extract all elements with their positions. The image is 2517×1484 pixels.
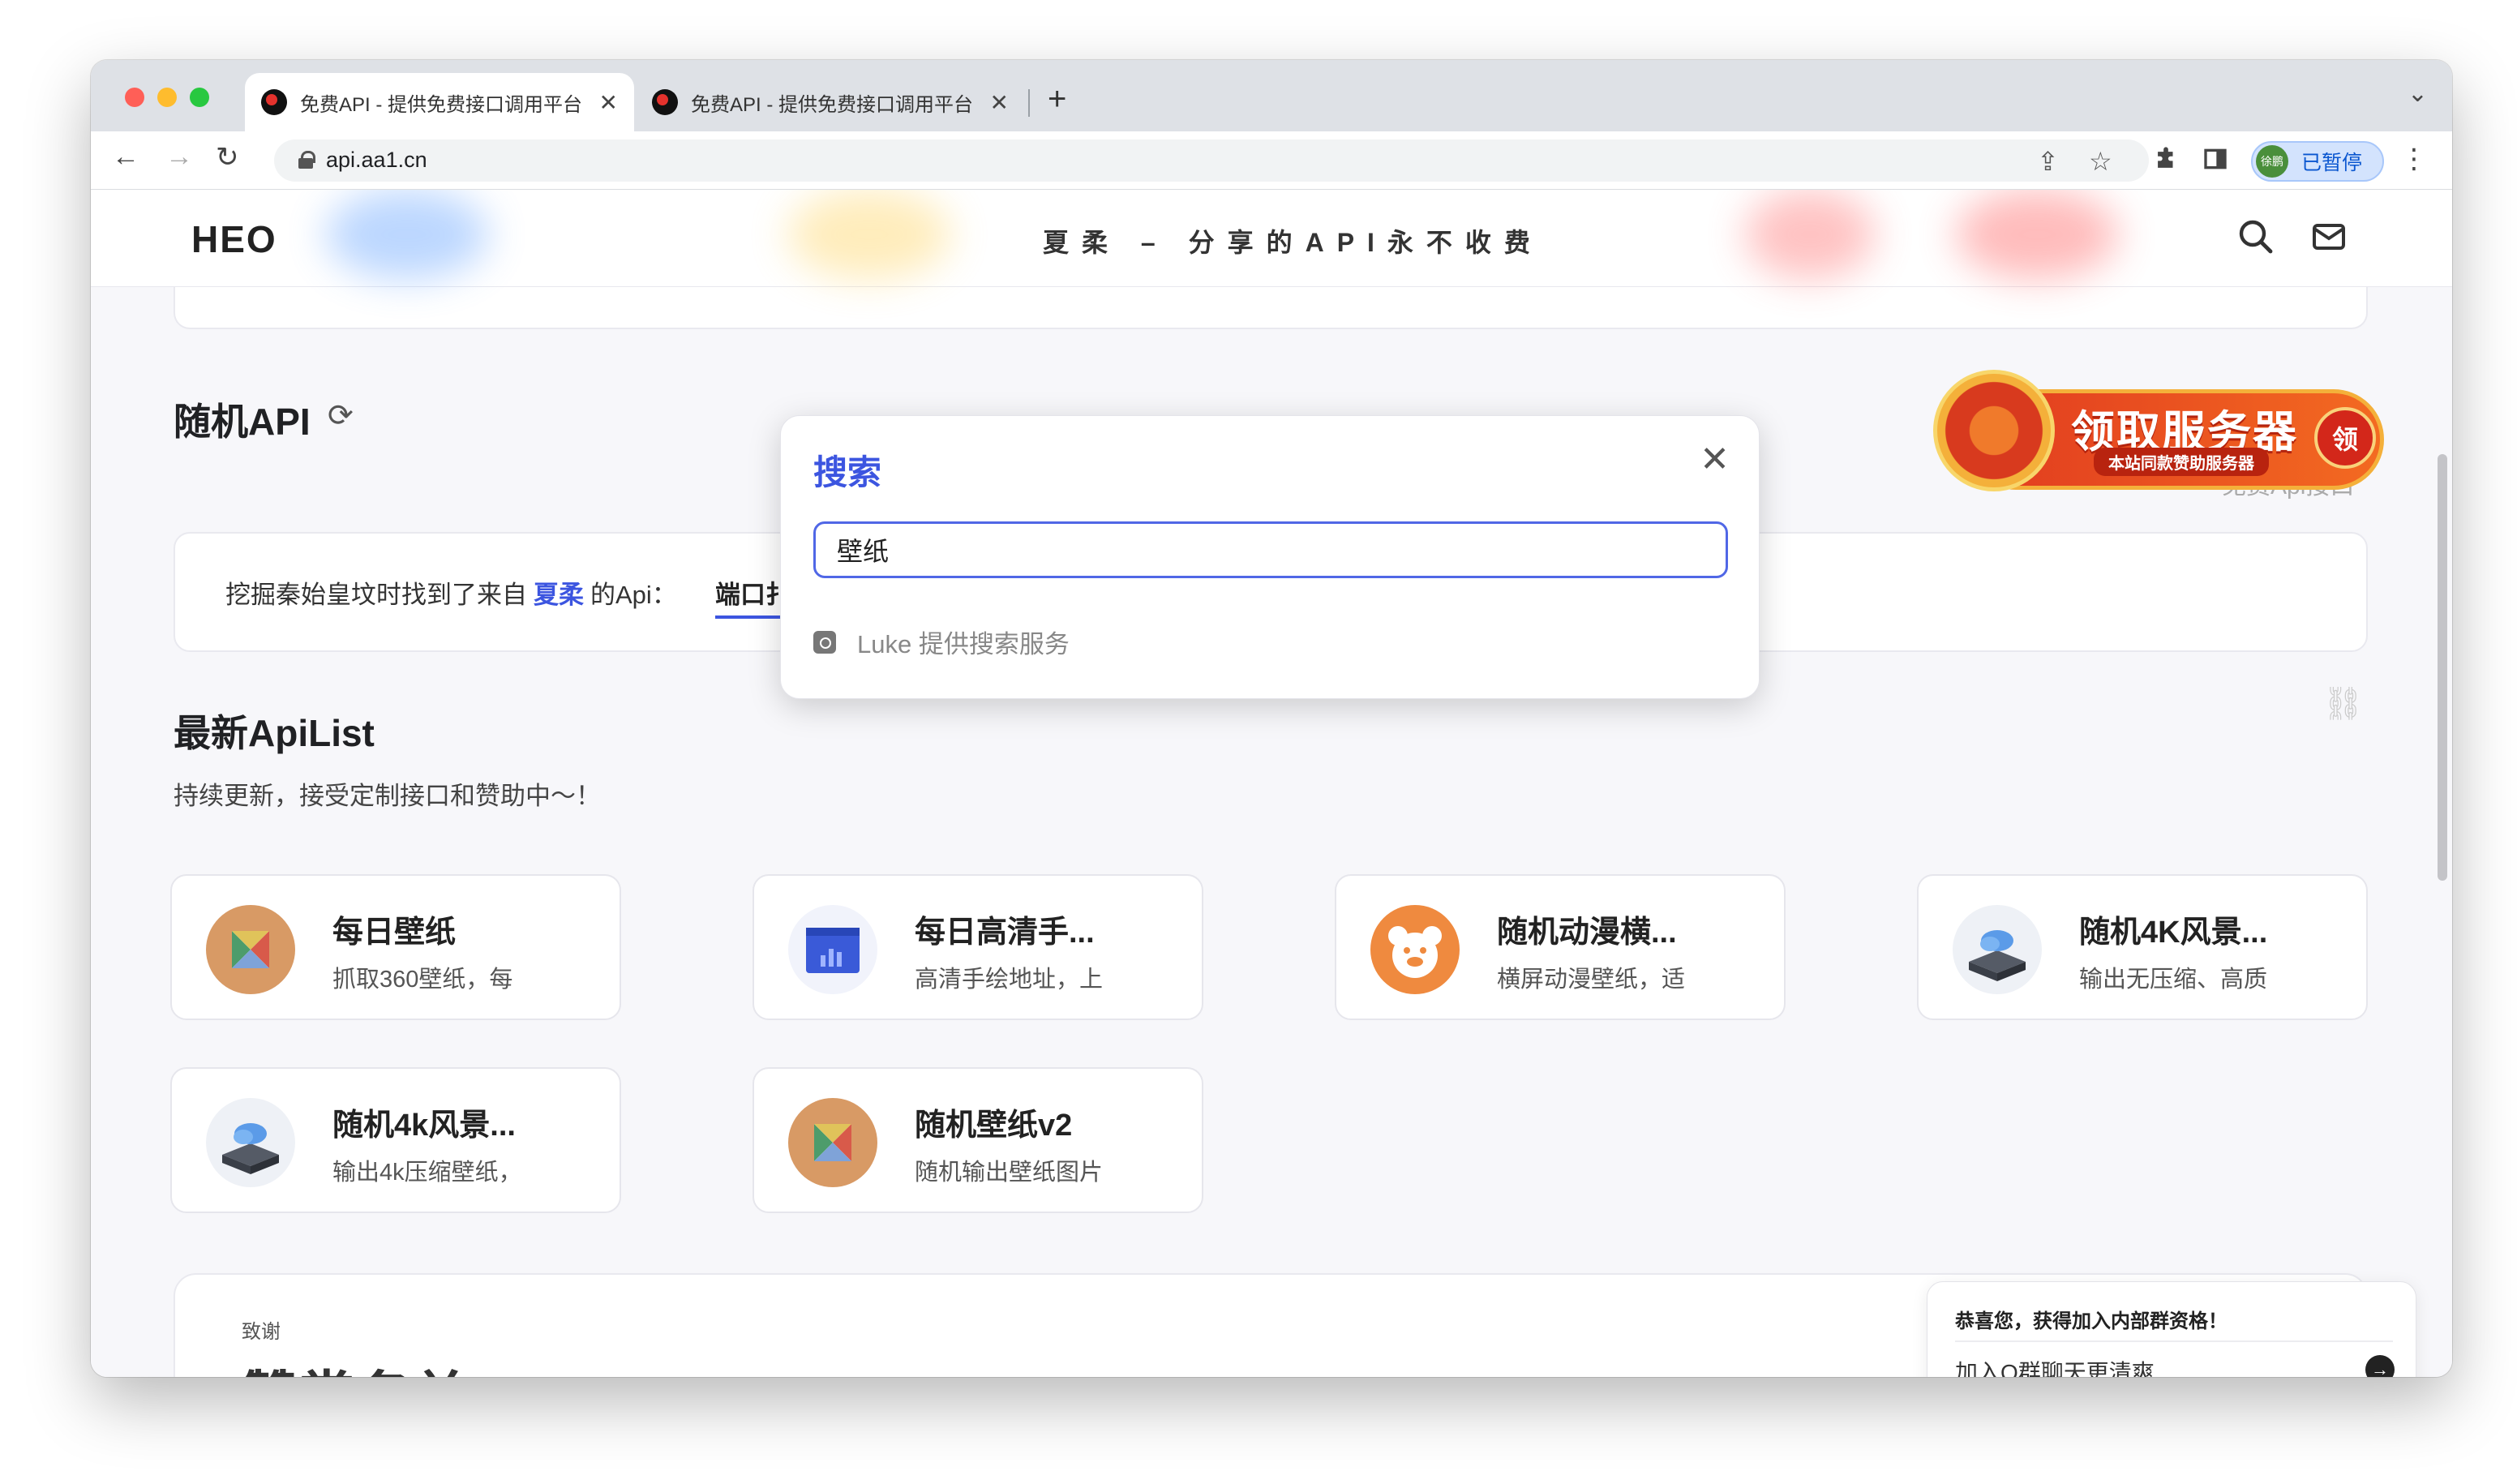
site-slogan[interactable]: 夏柔 – 分享的API永不收费 [1043,222,1543,259]
lock-icon[interactable] [298,151,315,169]
arrow-right-icon[interactable]: → [2365,1355,2395,1377]
search-modal: 搜索 ✕ Luke 提供搜索服务 [780,415,1760,699]
tangram-icon [788,1098,877,1187]
url-text: api.aa1.cn [326,148,427,172]
api-card-title: 随机壁纸v2 [915,1109,1073,1143]
promo-coin: 领 [2314,407,2376,469]
new-tab-button[interactable]: + [1048,81,1066,118]
toast-title: 恭喜您，获得加入内部群资格！ [1955,1310,2228,1332]
latest-api-subtitle: 持续更新，接受定制接口和赞助中～！ [174,782,601,810]
latest-api-title: 最新ApiList [174,712,375,754]
api-card-desc: 抓取360壁纸，每 [332,967,513,993]
api-card-desc: 高清手绘地址，上 [915,967,1104,993]
random-api-prefix: 挖掘秦始皇坟时找到了来自 [225,581,527,609]
bookmark-star-icon[interactable]: ☆ [2089,146,2112,177]
divider [1955,1340,2393,1342]
minimize-window-button[interactable] [157,88,177,107]
api-card[interactable]: 每日壁纸 抓取360壁纸，每 [170,874,621,1020]
maximize-window-button[interactable] [190,88,209,107]
browser-toolbar: ← → ↻ api.aa1.cn ⇪ ☆ 徐鹏 已暂停 ⋮ [91,131,2452,190]
api-card[interactable]: 随机4k风景... 输出4k压缩壁纸， [170,1067,621,1213]
api-card-title: 每日高清手... [915,916,1095,950]
api-card-title: 每日壁纸 [332,916,457,950]
toast-link[interactable]: 加入Q群聊天更清爽 [1955,1355,2155,1377]
thanks-label: 致谢 [242,1321,281,1343]
share-icon[interactable]: ⇪ [2037,146,2059,177]
browser-chart-icon [788,905,877,994]
api-card-desc: 输出4k压缩壁纸， [332,1160,522,1186]
api-card-title: 随机4K风景... [2079,916,2268,950]
promo-badge[interactable]: 领取服务器 本站同款赞助服务器 领 [1933,367,2387,493]
close-window-button[interactable] [125,88,144,107]
profile-button[interactable]: 徐鹏 已暂停 [2251,141,2384,182]
tab-close-icon[interactable]: ✕ [990,89,1009,116]
api-card-title: 随机动漫横... [1497,916,1677,950]
back-arrow-icon[interactable]: ← [112,141,139,173]
avatar: 徐鹏 [2256,145,2288,178]
side-panel-icon[interactable] [2202,146,2228,178]
globe-icon [1933,370,2055,491]
refresh-icon[interactable]: ⟳ [328,397,354,434]
api-card[interactable]: 每日高清手... 高清手绘地址，上 [753,874,1203,1020]
browser-window: 免费API - 提供免费接口调用平台 ✕ 免费API - 提供免费接口调用平台 … [91,60,2452,1377]
tab-separator [1028,89,1030,117]
search-modal-title: 搜索 [813,453,882,491]
tab-active[interactable]: 免费API - 提供免费接口调用平台 ✕ [245,73,634,131]
api-card-title: 随机4k风景... [332,1109,516,1143]
mail-icon[interactable] [2309,217,2348,256]
tab-close-icon[interactable]: ✕ [599,89,618,116]
site-favicon-icon [261,89,287,115]
cloud-server-icon [1953,905,2042,994]
reload-icon[interactable]: ↻ [216,141,239,174]
forward-arrow-icon[interactable]: → [165,141,193,173]
random-api-author[interactable]: 夏柔 [534,581,584,609]
tab-title: 免费API - 提供免费接口调用平台 [300,93,583,116]
tab-inactive[interactable]: 免费API - 提供免费接口调用平台 ✕ [636,73,1025,131]
cloud-server-icon [206,1098,295,1187]
extensions-puzzle-icon[interactable] [2152,146,2180,180]
api-card[interactable]: 随机4K风景... 输出无压缩、高质 [1917,874,2368,1020]
tab-strip: 免费API - 提供免费接口调用平台 ✕ 免费API - 提供免费接口调用平台 … [91,60,2452,131]
page-scrollbar[interactable] [2438,454,2447,881]
search-input[interactable] [813,521,1728,578]
random-api-text: 挖掘秦始皇坟时找到了来自 夏柔 的Api： [225,574,677,611]
random-api-title: 随机API [174,401,311,443]
page-content: HEO 夏柔 – 分享的API永不收费 随机API ⟳ 挖掘秦始皇坟时找到了来自… [91,190,2452,1377]
random-api-suffix: 的Api： [590,581,677,609]
api-card-desc: 输出无压缩、高质 [2079,967,2268,993]
address-bar[interactable]: api.aa1.cn ⇪ ☆ [274,139,2149,182]
api-card[interactable]: 随机动漫横... 横屏动漫壁纸，适 [1335,874,1786,1020]
search-icon[interactable] [2236,217,2275,256]
site-logo[interactable]: HEO [191,217,277,261]
site-header: HEO 夏柔 – 分享的API永不收费 [91,190,2452,287]
more-menu-icon[interactable]: ⋮ [2400,143,2428,175]
link-icon[interactable]: ⛓ [2322,684,2364,723]
search-provider-icon [813,630,836,654]
profile-status: 已暂停 [2301,152,2363,174]
site-favicon-icon [652,89,678,115]
bear-icon [1370,905,1460,994]
thanks-title: 赞赏名单 [242,1353,469,1377]
api-card[interactable]: 随机壁纸v2 随机输出壁纸图片 [753,1067,1203,1213]
close-icon[interactable]: ✕ [1700,439,1730,480]
tangram-icon [206,905,295,994]
promo-subtitle: 本站同款赞助服务器 [2094,448,2269,476]
search-provider: Luke 提供搜索服务 [813,624,1070,660]
tab-search-chevron-icon[interactable]: ⌄ [2408,79,2428,108]
api-card-desc: 随机输出壁纸图片 [915,1160,1104,1186]
api-card-desc: 横屏动漫壁纸，适 [1497,967,1686,993]
join-group-toast: 恭喜您，获得加入内部群资格！ 加入Q群聊天更清爽 → [1927,1281,2416,1377]
search-provider-text: Luke 提供搜索服务 [857,630,1070,658]
tab-title: 免费API - 提供免费接口调用平台 [691,93,974,116]
